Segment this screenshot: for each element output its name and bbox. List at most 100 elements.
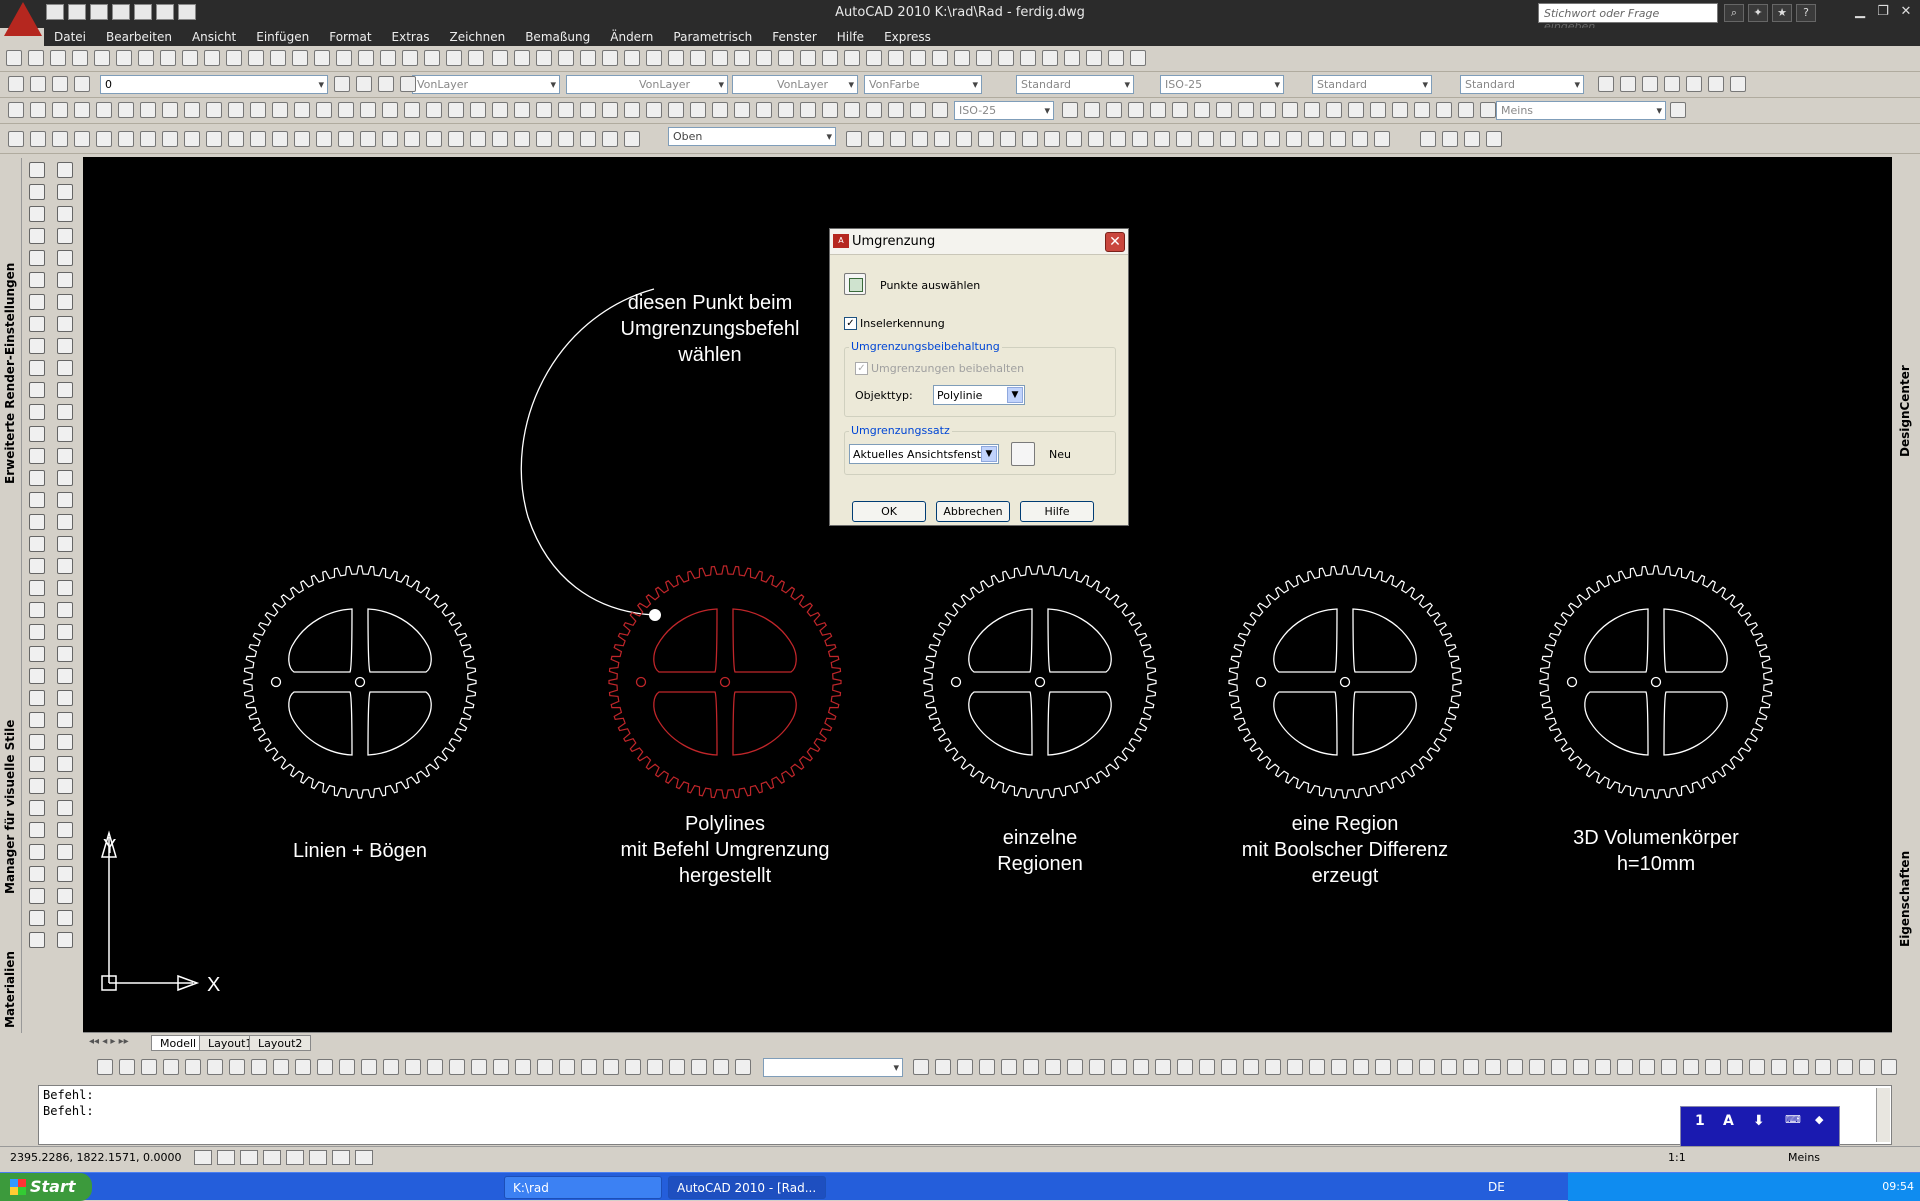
keyboard-icon[interactable]: ⌨: [1785, 1113, 1801, 1126]
toolbar-button-icon[interactable]: [537, 1059, 553, 1075]
toolbar-button-icon[interactable]: [1022, 131, 1038, 147]
toolbar-button-icon[interactable]: [184, 102, 200, 118]
draw-tool-icon[interactable]: [29, 624, 45, 640]
help-button[interactable]: Hilfe: [1020, 501, 1094, 522]
toolbar-button-icon[interactable]: [94, 50, 110, 66]
toolbar-button-icon[interactable]: [6, 50, 22, 66]
draw-tool-icon[interactable]: [57, 272, 73, 288]
toolbar-button-icon[interactable]: [96, 102, 112, 118]
menu-zeichnen[interactable]: Zeichnen: [439, 28, 515, 46]
toolbar-button-icon[interactable]: [712, 102, 728, 118]
toolbar-button-icon[interactable]: [1326, 102, 1342, 118]
toolbar-button-icon[interactable]: [1551, 1059, 1567, 1075]
draw-tool-icon[interactable]: [29, 866, 45, 882]
status-toggle-icon[interactable]: [332, 1150, 350, 1165]
toolbar-button-icon[interactable]: [1287, 1059, 1303, 1075]
toolbar-button-icon[interactable]: [52, 131, 68, 147]
toolbar-button-icon[interactable]: [778, 102, 794, 118]
draw-tool-icon[interactable]: [57, 932, 73, 948]
toolbar-button-icon[interactable]: [1044, 131, 1060, 147]
menu-aendern[interactable]: Ändern: [600, 28, 663, 46]
draw-tool-icon[interactable]: [57, 162, 73, 178]
toolbar-button-icon[interactable]: [1221, 1059, 1237, 1075]
toolbar-button-icon[interactable]: [1353, 1059, 1369, 1075]
toolbar-button-icon[interactable]: [646, 50, 662, 66]
restore-icon[interactable]: ❐: [1873, 4, 1893, 22]
toolbar-button-icon[interactable]: [1749, 1059, 1765, 1075]
toolbar-button-icon[interactable]: [1458, 102, 1474, 118]
toolbar-button-icon[interactable]: [536, 102, 552, 118]
layer-combo[interactable]: 0: [100, 75, 328, 94]
toolbar-button-icon[interactable]: [1771, 1059, 1787, 1075]
draw-tool-icon[interactable]: [57, 558, 73, 574]
toolbar-button-icon[interactable]: [1064, 50, 1080, 66]
tool-icon[interactable]: ◆: [1815, 1113, 1823, 1126]
menu-bemassung[interactable]: Bemaßung: [515, 28, 600, 46]
retain-boundaries-checkbox[interactable]: ✓: [855, 362, 868, 375]
toolbar-button-icon[interactable]: [910, 102, 926, 118]
toolbar-button-icon[interactable]: [822, 50, 838, 66]
visual-styles-tab[interactable]: Manager für visuelle Stile: [3, 568, 17, 894]
draw-tool-icon[interactable]: [29, 932, 45, 948]
toolbar-button-icon[interactable]: [735, 1059, 751, 1075]
text-style-combo[interactable]: Standard: [1016, 75, 1134, 94]
toolbar-button-icon[interactable]: [96, 131, 112, 147]
toolbar-button-icon[interactable]: [979, 1059, 995, 1075]
toolbar-button-icon[interactable]: [1392, 102, 1408, 118]
toolbar-button-icon[interactable]: [295, 1059, 311, 1075]
toolbar-button-icon[interactable]: [338, 102, 354, 118]
toolbar-button-icon[interactable]: [602, 102, 618, 118]
toolbar-button-icon[interactable]: [935, 1059, 951, 1075]
toolbar-button-icon[interactable]: [97, 1059, 113, 1075]
toolbar-button-icon[interactable]: [163, 1059, 179, 1075]
toolbar-button-icon[interactable]: [1242, 131, 1258, 147]
toolbar-button-icon[interactable]: [1331, 1059, 1347, 1075]
toolbar-button-icon[interactable]: [1375, 1059, 1391, 1075]
draw-tool-icon[interactable]: [57, 800, 73, 816]
toolbar-button-icon[interactable]: [1661, 1059, 1677, 1075]
draw-tool-icon[interactable]: [29, 184, 45, 200]
draw-tool-icon[interactable]: [57, 448, 73, 464]
toolbar-button-icon[interactable]: [998, 50, 1014, 66]
toolbar-button-icon[interactable]: [119, 1059, 135, 1075]
draw-tool-icon[interactable]: [29, 272, 45, 288]
toolbar-button-icon[interactable]: [294, 102, 310, 118]
toolbar-button-icon[interactable]: [140, 131, 156, 147]
toolbar-button-icon[interactable]: [1419, 1059, 1435, 1075]
object-type-select[interactable]: Polylinie ▼: [933, 385, 1025, 405]
draw-tool-icon[interactable]: [57, 294, 73, 310]
toolbar-button-icon[interactable]: [846, 131, 862, 147]
draw-tool-icon[interactable]: [29, 206, 45, 222]
toolbar-button-icon[interactable]: [888, 50, 904, 66]
toolbar-button-icon[interactable]: [118, 102, 134, 118]
close-icon[interactable]: ✕: [1896, 4, 1916, 22]
status-toggle-icon[interactable]: [194, 1150, 212, 1165]
toolbar-button-icon[interactable]: [1199, 1059, 1215, 1075]
color-combo[interactable]: VonLayer: [412, 75, 560, 94]
toolbar-button-icon[interactable]: [624, 102, 640, 118]
draw-tool-icon[interactable]: [29, 448, 45, 464]
toolbar-button-icon[interactable]: [1485, 1059, 1501, 1075]
toolbar-button-icon[interactable]: [668, 50, 684, 66]
toolbar-button-icon[interactable]: [691, 1059, 707, 1075]
toolbar-button-icon[interactable]: [1216, 102, 1232, 118]
toolbar-button-icon[interactable]: [1238, 102, 1254, 118]
toolbar-button-icon[interactable]: [160, 50, 176, 66]
toolbar-button-icon[interactable]: [1308, 131, 1324, 147]
toolbar-button-icon[interactable]: [1150, 102, 1166, 118]
toolbar-button-icon[interactable]: [470, 102, 486, 118]
gear-drawing[interactable]: [1539, 565, 1773, 799]
toolbar-button-icon[interactable]: [978, 131, 994, 147]
toolbar-button-icon[interactable]: [1106, 102, 1122, 118]
toolbar-button-icon[interactable]: [712, 50, 728, 66]
chevron-down-icon[interactable]: ▼: [981, 446, 997, 462]
toolbar-button-icon[interactable]: [1133, 1059, 1149, 1075]
toolbar-button-icon[interactable]: [1045, 1059, 1061, 1075]
draw-tool-icon[interactable]: [57, 338, 73, 354]
draw-tool-icon[interactable]: [57, 184, 73, 200]
toolbar-button-icon[interactable]: [8, 76, 24, 92]
draw-tool-icon[interactable]: [29, 294, 45, 310]
toolbar-button-icon[interactable]: [1155, 1059, 1171, 1075]
toolbar-button-icon[interactable]: [273, 1059, 289, 1075]
toolbar-button-icon[interactable]: [52, 102, 68, 118]
